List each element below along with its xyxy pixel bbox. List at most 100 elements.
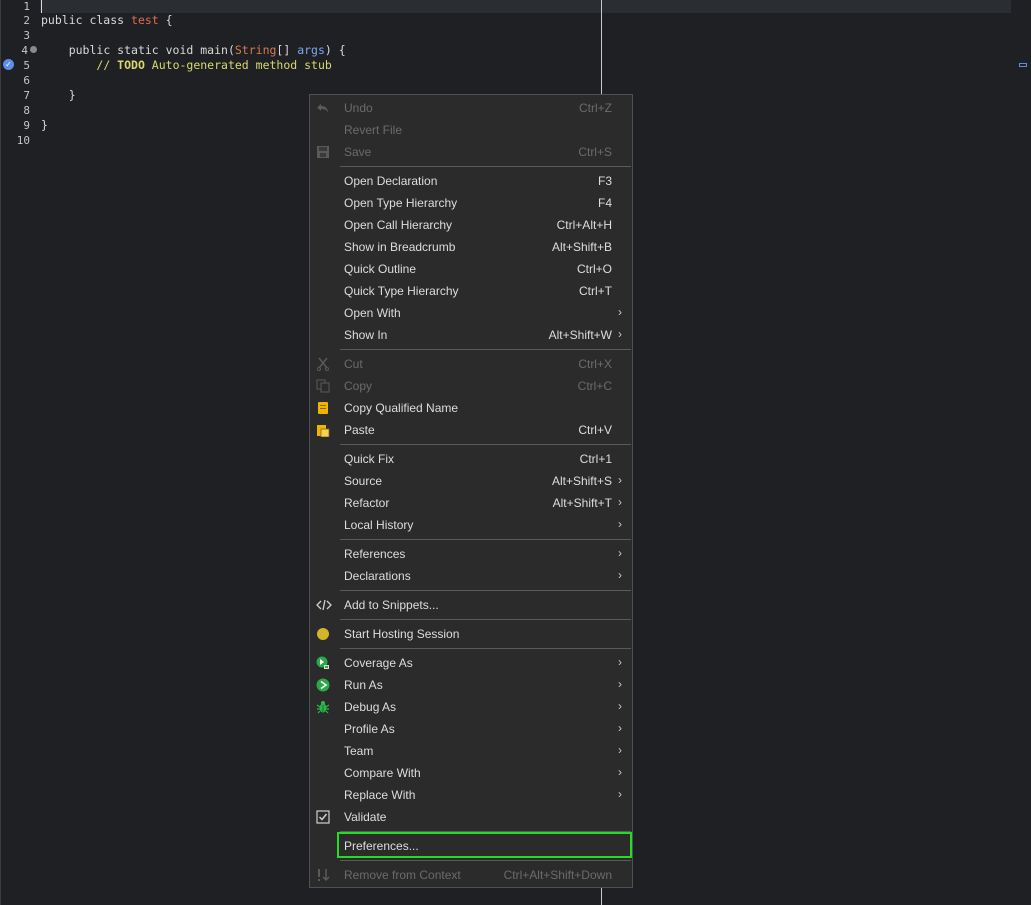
menu-item-label: Compare With bbox=[344, 766, 421, 780]
menu-item-label: Open Declaration bbox=[344, 174, 438, 188]
menu-item-show-in[interactable]: Show In Alt+Shift+W › bbox=[310, 324, 632, 346]
submenu-arrow-icon: › bbox=[618, 655, 622, 669]
menu-separator bbox=[340, 619, 631, 620]
task-marker-icon[interactable]: ✓ bbox=[3, 59, 14, 70]
line-number: 7 bbox=[23, 89, 30, 102]
code-text: ) { bbox=[324, 43, 346, 57]
menu-item-label: Copy Qualified Name bbox=[344, 401, 459, 415]
editor-left-border bbox=[0, 0, 1, 905]
menu-item-validate[interactable]: Validate bbox=[310, 806, 632, 828]
menu-item-label: Cut bbox=[344, 357, 363, 371]
code-line-5: // TODO Auto-generated method stub bbox=[41, 58, 332, 73]
menu-item-label: Local History bbox=[344, 518, 414, 532]
menu-item-cut[interactable]: Cut Ctrl+X bbox=[310, 353, 632, 375]
menu-item-team[interactable]: Team › bbox=[310, 740, 632, 762]
run-icon bbox=[316, 678, 330, 692]
code-line-2: public class test { bbox=[41, 13, 173, 28]
menu-item-label: Start Hosting Session bbox=[344, 627, 460, 641]
menu-item-open-with[interactable]: Open With › bbox=[310, 302, 632, 324]
menu-item-label: Refactor bbox=[344, 496, 390, 510]
menu-item-debug-as[interactable]: Debug As › bbox=[310, 696, 632, 718]
menu-item-declarations[interactable]: Declarations › bbox=[310, 565, 632, 587]
menu-item-refactor[interactable]: Refactor Alt+Shift+T › bbox=[310, 492, 632, 514]
menu-item-references[interactable]: References › bbox=[310, 543, 632, 565]
menu-separator bbox=[340, 860, 631, 861]
menu-item-local-history[interactable]: Local History › bbox=[310, 514, 632, 536]
menu-item-source[interactable]: Source Alt+Shift+S › bbox=[310, 470, 632, 492]
debug-icon bbox=[316, 700, 330, 714]
menu-item-label: Show in Breadcrumb bbox=[344, 240, 456, 254]
menu-item-open-declaration[interactable]: Open Declaration F3 bbox=[310, 170, 632, 192]
menu-item-label: Revert File bbox=[344, 123, 403, 137]
menu-separator bbox=[340, 444, 631, 445]
menu-item-revert-file[interactable]: Revert File bbox=[310, 119, 632, 141]
submenu-arrow-icon: › bbox=[618, 721, 622, 735]
menu-item-quick-fix[interactable]: Quick Fix Ctrl+1 bbox=[310, 448, 632, 470]
submenu-arrow-icon: › bbox=[618, 305, 622, 319]
menu-item-label: Source bbox=[344, 474, 383, 488]
menu-item-show-in-breadcrumb[interactable]: Show in Breadcrumb Alt+Shift+B bbox=[310, 236, 632, 258]
menu-item-start-hosting-session[interactable]: Start Hosting Session bbox=[310, 623, 632, 645]
menu-item-open-type-hierarchy[interactable]: Open Type Hierarchy F4 bbox=[310, 192, 632, 214]
menu-item-shortcut: Ctrl+V bbox=[578, 423, 612, 437]
code-line-7: } bbox=[41, 88, 76, 102]
line-number: 4 bbox=[21, 44, 28, 57]
menu-item-shortcut: Ctrl+Alt+Shift+Down bbox=[503, 868, 612, 882]
submenu-arrow-icon: › bbox=[618, 568, 622, 582]
menu-item-label: Validate bbox=[344, 810, 387, 824]
menu-item-quick-type-hierarchy[interactable]: Quick Type Hierarchy Ctrl+T bbox=[310, 280, 632, 302]
line-number: 5 bbox=[23, 59, 30, 72]
submenu-arrow-icon: › bbox=[618, 327, 622, 341]
code-type: String bbox=[234, 43, 277, 57]
menu-item-paste[interactable]: Paste Ctrl+V bbox=[310, 419, 632, 441]
menu-item-label: Show In bbox=[344, 328, 388, 342]
menu-item-label: Open Call Hierarchy bbox=[344, 218, 453, 232]
submenu-arrow-icon: › bbox=[618, 677, 622, 691]
menu-item-label: Debug As bbox=[344, 700, 397, 714]
menu-item-label: Quick Type Hierarchy bbox=[344, 284, 459, 298]
menu-item-label: Profile As bbox=[344, 722, 395, 736]
menu-item-coverage-as[interactable]: Coverage As › bbox=[310, 652, 632, 674]
line-number: 6 bbox=[23, 74, 30, 87]
menu-separator bbox=[340, 648, 631, 649]
validate-icon bbox=[316, 810, 330, 824]
menu-item-compare-with[interactable]: Compare With › bbox=[310, 762, 632, 784]
menu-item-replace-with[interactable]: Replace With › bbox=[310, 784, 632, 806]
menu-item-label: Save bbox=[344, 145, 372, 159]
menu-item-quick-outline[interactable]: Quick Outline Ctrl+O bbox=[310, 258, 632, 280]
line-number: 9 bbox=[23, 119, 30, 132]
fold-collapse-icon[interactable] bbox=[30, 46, 37, 53]
menu-item-run-as[interactable]: Run As › bbox=[310, 674, 632, 696]
text-caret bbox=[41, 0, 42, 13]
menu-item-save[interactable]: Save Ctrl+S bbox=[310, 141, 632, 163]
code-comment: Auto-generated method stub bbox=[144, 58, 332, 72]
menu-separator bbox=[340, 349, 631, 350]
menu-item-copy[interactable]: Copy Ctrl+C bbox=[310, 375, 632, 397]
menu-item-label: Add to Snippets... bbox=[344, 598, 439, 612]
menu-item-label: Quick Fix bbox=[344, 452, 395, 466]
menu-item-label: Team bbox=[344, 744, 374, 758]
menu-item-label: Paste bbox=[344, 423, 375, 437]
menu-item-label: Undo bbox=[344, 101, 373, 115]
menu-item-profile-as[interactable]: Profile As › bbox=[310, 718, 632, 740]
menu-item-label: Quick Outline bbox=[344, 262, 417, 276]
code-todo-tag: TODO bbox=[117, 58, 145, 72]
paste-icon bbox=[316, 423, 330, 438]
menu-item-shortcut: Ctrl+1 bbox=[579, 452, 612, 466]
menu-item-label: Coverage As bbox=[344, 656, 413, 670]
submenu-arrow-icon: › bbox=[618, 743, 622, 757]
snippet-icon bbox=[316, 598, 332, 612]
code-line-9: } bbox=[41, 118, 48, 132]
code-keyword: public static void main( bbox=[68, 43, 235, 57]
overview-ruler-task-marker[interactable] bbox=[1019, 63, 1027, 67]
menu-item-open-call-hierarchy[interactable]: Open Call Hierarchy Ctrl+Alt+H bbox=[310, 214, 632, 236]
menu-item-add-to-snippets[interactable]: Add to Snippets... bbox=[310, 594, 632, 616]
menu-item-copy-qualified-name[interactable]: Copy Qualified Name bbox=[310, 397, 632, 419]
menu-item-shortcut: Ctrl+T bbox=[579, 284, 612, 298]
menu-item-shortcut: Ctrl+S bbox=[578, 145, 612, 159]
menu-item-undo[interactable]: Undo Ctrl+Z bbox=[310, 97, 632, 119]
menu-item-remove-from-context[interactable]: Remove from Context Ctrl+Alt+Shift+Down bbox=[310, 864, 632, 886]
menu-item-label: Copy bbox=[344, 379, 373, 393]
menu-item-label: Replace With bbox=[344, 788, 416, 802]
